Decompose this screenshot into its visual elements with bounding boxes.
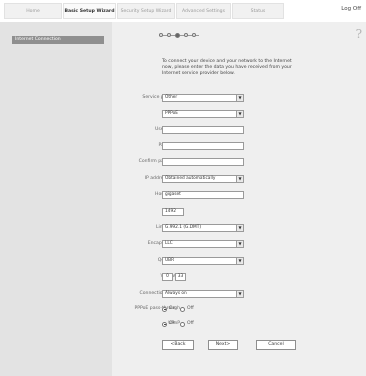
row-connection-mode: Connection mode Always on ▼ xyxy=(112,289,366,299)
user-name-input[interactable] xyxy=(162,126,244,134)
progress-step-dot xyxy=(167,33,171,37)
confirm-password-input[interactable] xyxy=(162,158,244,166)
upnp-off-label: Off xyxy=(187,321,194,326)
protocol-select[interactable]: PPPoE ▼ xyxy=(162,110,244,118)
row-password: Password xyxy=(112,141,366,151)
wizard-progress-indicator xyxy=(159,31,199,39)
chevron-down-icon: ▼ xyxy=(236,176,243,182)
chevron-down-icon: ▼ xyxy=(236,111,243,117)
tab-status[interactable]: Status xyxy=(232,3,284,19)
row-confirm-password: Confirm password xyxy=(112,157,366,167)
chevron-down-icon: ▼ xyxy=(236,258,243,264)
row-qos-class: QoS class UBR ▼ xyxy=(112,256,366,266)
logoff-link[interactable]: Log Off xyxy=(341,6,361,12)
progress-step-dot xyxy=(184,33,188,37)
tab-advanced-settings[interactable]: Advanced Settings xyxy=(176,3,231,19)
encapsulation-value: LLC xyxy=(165,241,173,246)
next-button[interactable]: Next> xyxy=(208,340,238,350)
service-provider-select[interactable]: Other ▼ xyxy=(162,94,244,102)
vpi-input[interactable]: 0 xyxy=(162,273,173,281)
pppoe-on-label: On xyxy=(169,306,176,311)
cancel-button[interactable]: Cancel xyxy=(256,340,296,350)
password-input[interactable] xyxy=(162,142,244,150)
ip-address-type-value: Obtained automatically xyxy=(165,176,216,181)
chevron-down-icon: ▼ xyxy=(236,291,243,297)
upnp-off-radio[interactable] xyxy=(180,321,185,327)
chevron-down-icon: ▼ xyxy=(236,241,243,247)
row-host-name: Host name gigaset xyxy=(112,190,366,200)
encapsulation-select[interactable]: LLC ▼ xyxy=(162,240,244,248)
tab-home[interactable]: Home xyxy=(4,3,62,19)
row-mtu: MTU 1492 xyxy=(112,207,366,217)
upnp-on-radio[interactable] xyxy=(162,321,167,327)
ip-address-type-select[interactable]: Obtained automatically ▼ xyxy=(162,175,244,183)
row-encapsulation: Encapsulation LLC ▼ xyxy=(112,239,366,249)
progress-step-dot xyxy=(159,33,163,37)
line-mode-value: G.992.1 (G.DMT) xyxy=(165,225,202,230)
connection-mode-value: Always on xyxy=(165,291,187,296)
back-button[interactable]: <Back xyxy=(162,340,194,350)
row-protocol: Protocol PPPoE ▼ xyxy=(112,109,366,119)
main-content: ? To connect your device and your networ… xyxy=(112,22,366,376)
sidebar-item-internet-connection[interactable]: Internet Connection xyxy=(12,36,104,44)
intro-text: To connect your device and your network … xyxy=(162,59,292,77)
connection-mode-select[interactable]: Always on ▼ xyxy=(162,290,244,298)
vci-input[interactable]: 33 xyxy=(175,273,186,281)
help-icon[interactable]: ? xyxy=(356,27,362,41)
pppoe-off-label: Off xyxy=(187,306,194,311)
chevron-down-icon: ▼ xyxy=(236,225,243,231)
upnp-on-label: On xyxy=(169,321,176,326)
mtu-input[interactable]: 1492 xyxy=(162,208,184,216)
qos-class-value: UBR xyxy=(165,258,175,263)
row-line-mode: Line mode G.992.1 (G.DMT) ▼ xyxy=(112,223,366,233)
protocol-value: PPPoE xyxy=(165,111,178,116)
tab-security-setup-wizard[interactable]: Security Setup Wizard xyxy=(117,3,175,19)
sidebar: Internet Connection xyxy=(0,22,112,376)
row-pppoe-pass-through: PPPoE pass-through On Off xyxy=(112,304,366,314)
pppoe-off-radio[interactable] xyxy=(180,306,185,312)
row-user-name: User name xyxy=(112,125,366,135)
progress-step-dot xyxy=(192,33,196,37)
progress-current-step-dot xyxy=(175,32,180,38)
host-name-input[interactable]: gigaset xyxy=(162,191,244,199)
chevron-down-icon: ▼ xyxy=(236,95,243,101)
row-vpi-vci: VPI / VCI 0 33 xyxy=(112,272,366,282)
row-upnp: UPnP On Off xyxy=(112,319,366,329)
pppoe-on-radio[interactable] xyxy=(162,306,167,312)
service-provider-value: Other xyxy=(165,95,178,100)
qos-class-select[interactable]: UBR ▼ xyxy=(162,257,244,265)
line-mode-select[interactable]: G.992.1 (G.DMT) ▼ xyxy=(162,224,244,232)
top-navigation: Home Basic Setup Wizard Security Setup W… xyxy=(0,0,366,22)
row-ip-address-type: IP address type Obtained automatically ▼ xyxy=(112,174,366,184)
tab-basic-setup-wizard[interactable]: Basic Setup Wizard xyxy=(63,3,116,19)
row-service-provider: Service provider Other ▼ xyxy=(112,93,366,103)
